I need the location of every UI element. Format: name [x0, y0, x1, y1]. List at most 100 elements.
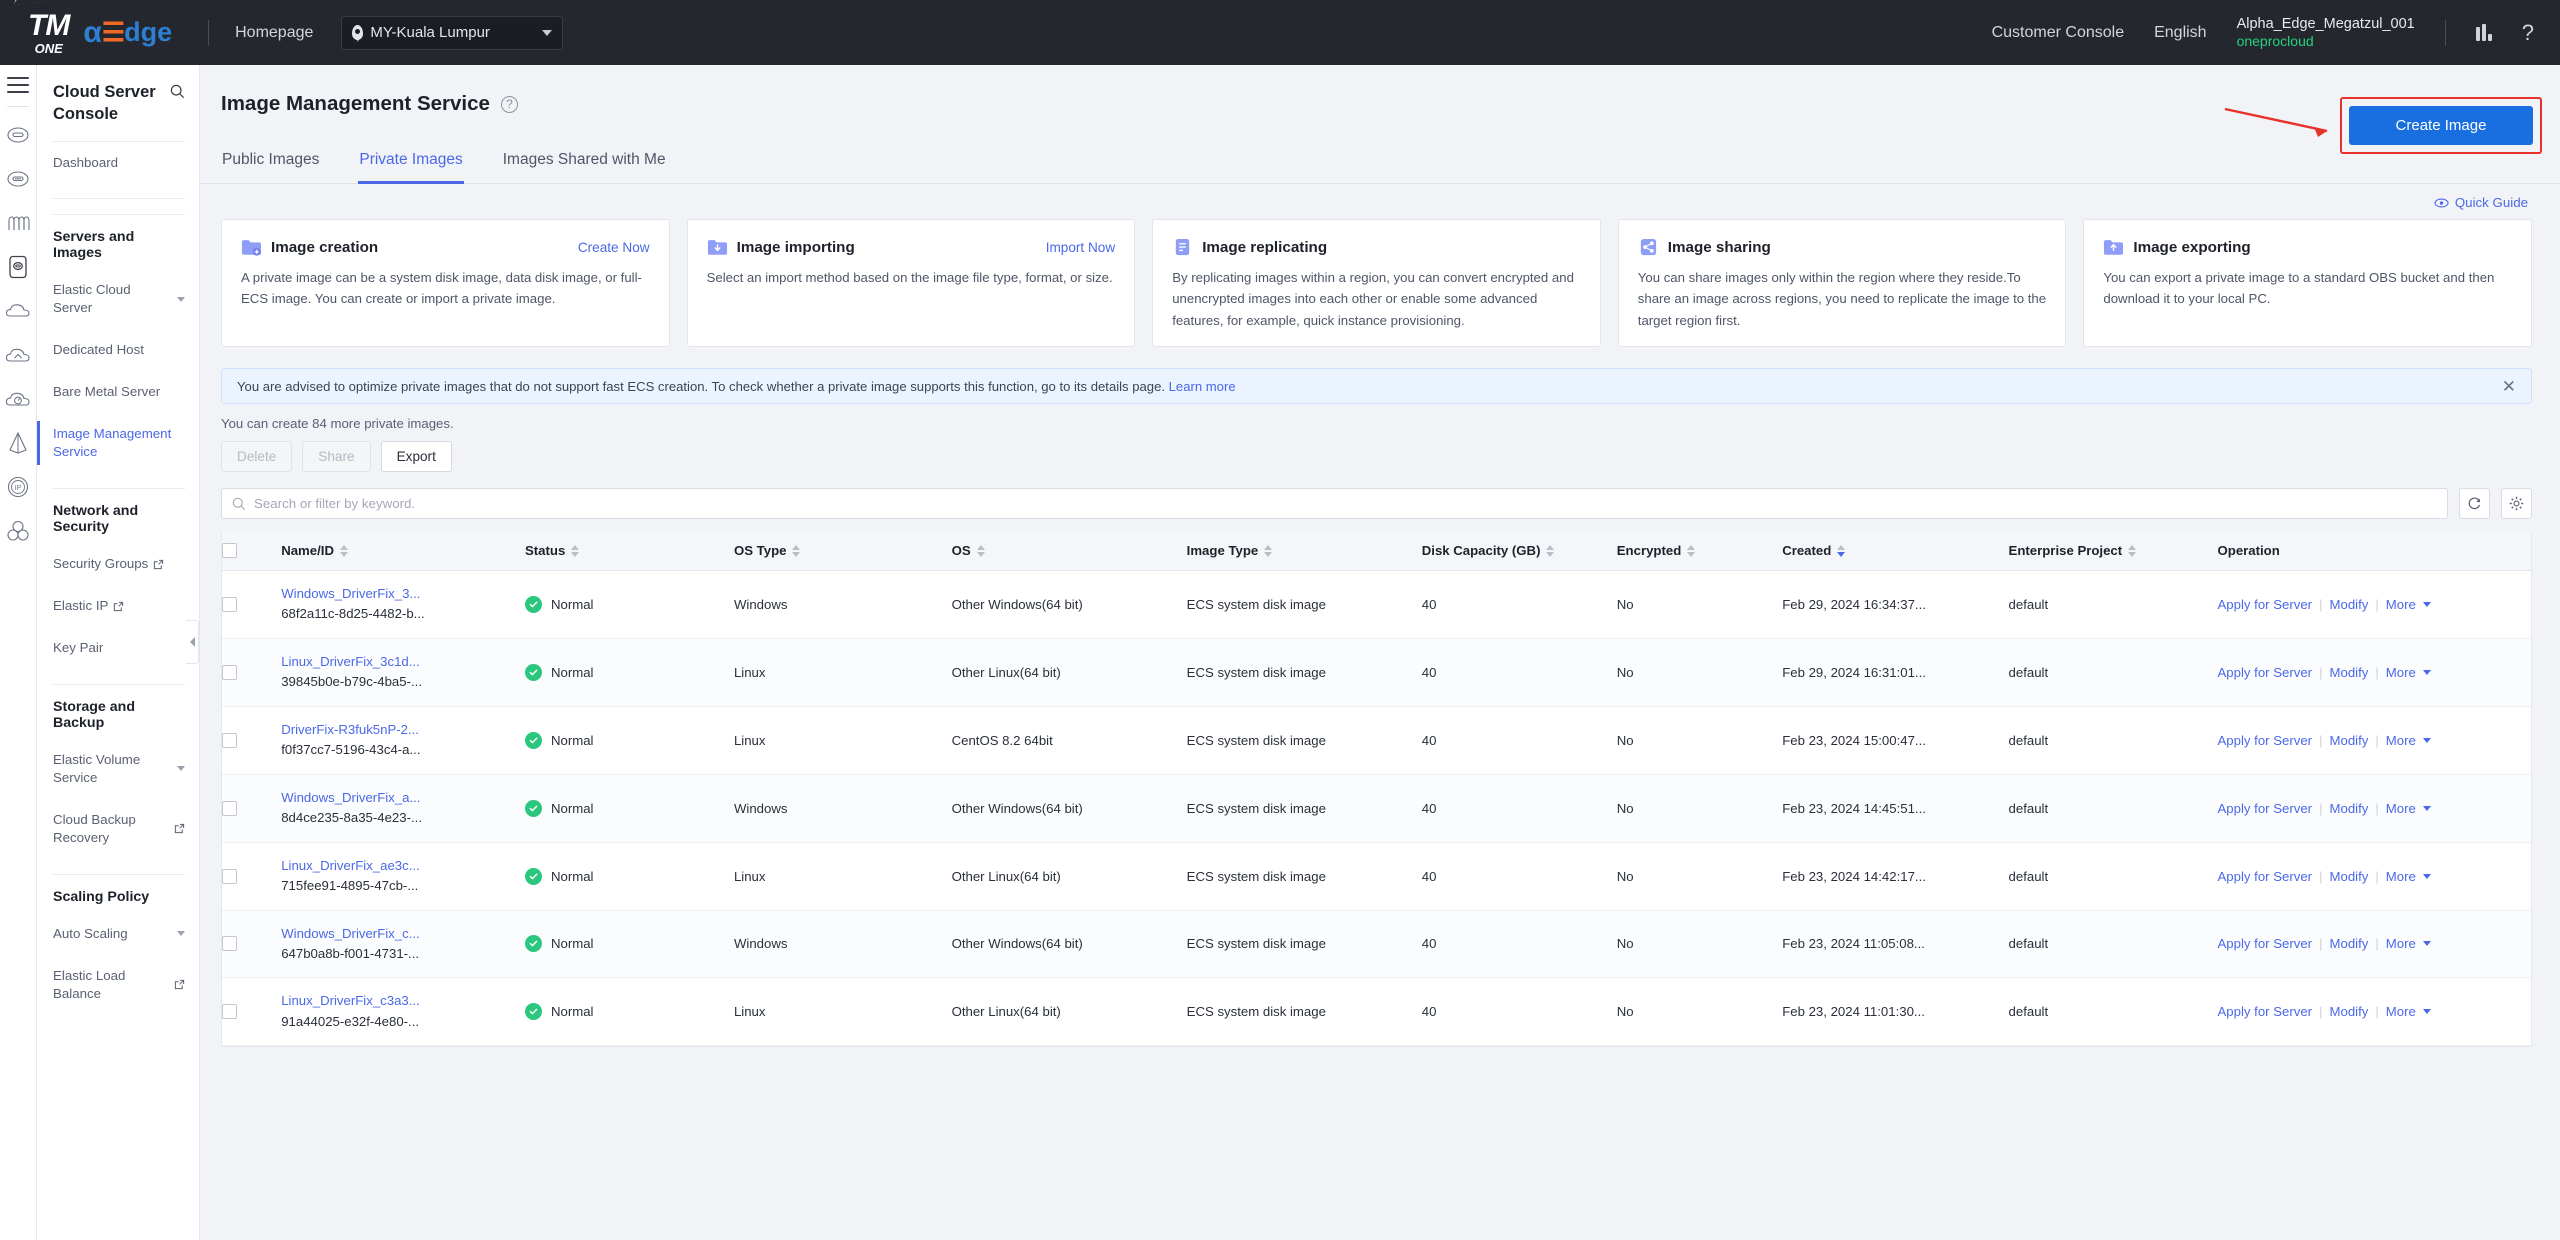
apply-for-server-link[interactable]: Apply for Server	[2218, 801, 2313, 816]
image-management-icon[interactable]	[1, 245, 35, 289]
apply-for-server-link[interactable]: Apply for Server	[2218, 733, 2313, 748]
help-question-icon[interactable]: ?	[2522, 20, 2534, 46]
more-link[interactable]: More	[2386, 801, 2416, 816]
more-link[interactable]: More	[2386, 869, 2416, 884]
apply-for-server-link[interactable]: Apply for Server	[2218, 1004, 2313, 1019]
close-icon[interactable]: ✕	[2502, 378, 2516, 395]
table-row[interactable]: Windows_DriverFix_a... 8d4ce235-8a35-4e23…	[222, 774, 2531, 843]
row-checkbox[interactable]	[222, 596, 237, 612]
more-link[interactable]: More	[2386, 936, 2416, 951]
more-link[interactable]: More	[2386, 665, 2416, 680]
modify-link[interactable]: Modify	[2330, 665, 2369, 680]
menu-hamburger-icon[interactable]	[7, 77, 29, 93]
cloud-icon[interactable]	[1, 289, 35, 333]
row-checkbox[interactable]	[222, 868, 237, 884]
search-box[interactable]	[221, 488, 2448, 519]
brand-logo[interactable]: TM ONE α ☰ dge	[0, 0, 172, 55]
sort-toggle[interactable]	[339, 544, 348, 557]
tab-images-shared-with-me[interactable]: Images Shared with Me	[502, 145, 667, 183]
modify-link[interactable]: Modify	[2330, 1004, 2369, 1019]
account-menu[interactable]: Alpha_Edge_Megatzul_001 oneprocloud	[2237, 15, 2415, 51]
elastic-ip-icon[interactable]: IP	[1, 465, 35, 509]
sidebar-item-elastic-volume-service[interactable]: Elastic Volume Service	[37, 739, 199, 799]
sort-toggle[interactable]	[792, 544, 801, 557]
table-row[interactable]: Windows_DriverFix_c... 647b0a8b-f001-4731…	[222, 910, 2531, 979]
delete-button[interactable]: Delete	[221, 441, 293, 472]
sort-toggle[interactable]	[976, 544, 985, 557]
modify-link[interactable]: Modify	[2330, 869, 2369, 884]
image-name-link[interactable]: Linux_DriverFix_c3a3...	[281, 991, 525, 1011]
more-link[interactable]: More	[2386, 1004, 2416, 1019]
sidebar-item-elastic-load-balance[interactable]: Elastic Load Balance	[37, 955, 199, 1015]
customer-console-link[interactable]: Customer Console	[1992, 24, 2125, 42]
more-link[interactable]: More	[2386, 733, 2416, 748]
table-row[interactable]: Windows_DriverFix_3... 68f2a11c-8d25-4482…	[222, 570, 2531, 639]
modify-link[interactable]: Modify	[2330, 801, 2369, 816]
sidebar-item-key-pair[interactable]: Key Pair	[37, 627, 199, 669]
sort-toggle[interactable]	[2128, 544, 2137, 557]
quick-guide-link[interactable]: Quick Guide	[200, 184, 2560, 210]
dedicated-host-icon[interactable]	[1, 157, 35, 201]
select-all-checkbox[interactable]	[222, 543, 237, 558]
sort-toggle[interactable]	[1264, 544, 1273, 557]
region-selector[interactable]: MY-Kuala Lumpur	[341, 15, 564, 50]
sort-toggle[interactable]	[571, 544, 580, 557]
tab-private-images[interactable]: Private Images	[358, 145, 465, 184]
apply-for-server-link[interactable]: Apply for Server	[2218, 665, 2313, 680]
image-name-link[interactable]: Windows_DriverFix_3...	[281, 584, 525, 604]
apply-for-server-link[interactable]: Apply for Server	[2218, 597, 2313, 612]
feature-card-action-link[interactable]: Import Now	[1046, 240, 1116, 255]
sort-toggle[interactable]	[1546, 544, 1555, 557]
export-button[interactable]: Export	[380, 441, 452, 472]
cloud-upload-icon[interactable]	[1, 333, 35, 377]
sidebar-collapse-handle[interactable]	[186, 620, 199, 664]
bare-metal-server-icon[interactable]	[1, 201, 35, 245]
apply-for-server-link[interactable]: Apply for Server	[2218, 936, 2313, 951]
modify-link[interactable]: Modify	[2330, 936, 2369, 951]
sidebar-item-security-groups[interactable]: Security Groups	[37, 543, 199, 585]
sidebar-item-image-management-service[interactable]: Image Management Service	[37, 413, 199, 473]
search-icon[interactable]	[170, 84, 185, 99]
settings-button[interactable]	[2501, 488, 2532, 519]
feature-card-action-link[interactable]: Create Now	[578, 240, 650, 255]
row-checkbox[interactable]	[222, 732, 237, 748]
page-help-icon[interactable]: ?	[500, 95, 518, 113]
sidebar-item-bare-metal-server[interactable]: Bare Metal Server	[37, 371, 199, 413]
cloud-server-icon[interactable]	[1, 113, 35, 157]
modify-link[interactable]: Modify	[2330, 597, 2369, 612]
more-link[interactable]: More	[2386, 597, 2416, 612]
banner-learn-more-link[interactable]: Learn more	[1169, 379, 1236, 394]
row-checkbox[interactable]	[222, 1004, 237, 1020]
image-name-link[interactable]: Linux_DriverFix_ae3c...	[281, 856, 525, 876]
cloud-speed-icon[interactable]	[1, 377, 35, 421]
create-image-button[interactable]: Create Image	[2349, 106, 2533, 145]
table-row[interactable]: Linux_DriverFix_ae3c... 715fee91-4895-47c…	[222, 842, 2531, 911]
row-checkbox[interactable]	[222, 936, 237, 952]
table-row[interactable]: DriverFix-R3fuk5nP-2... f0f37cc7-5196-43c…	[222, 706, 2531, 775]
image-name-link[interactable]: DriverFix-R3fuk5nP-2...	[281, 720, 525, 740]
search-input[interactable]	[254, 496, 2437, 511]
table-row[interactable]: Linux_DriverFix_3c1d... 39845b0e-b79c-4ba…	[222, 638, 2531, 707]
image-name-link[interactable]: Windows_DriverFix_a...	[281, 788, 525, 808]
sort-toggle[interactable]	[1837, 544, 1846, 557]
sort-toggle[interactable]	[1687, 544, 1696, 557]
table-row[interactable]: Linux_DriverFix_c3a3... 91a44025-e32f-4e8…	[222, 977, 2531, 1047]
modify-link[interactable]: Modify	[2330, 733, 2369, 748]
sidebar-item-cloud-backup-recovery[interactable]: Cloud Backup Recovery	[37, 799, 199, 859]
share-button[interactable]: Share	[302, 441, 371, 472]
row-checkbox[interactable]	[222, 664, 237, 680]
sidebar-item-elastic-ip[interactable]: Elastic IP	[37, 585, 199, 627]
tab-public-images[interactable]: Public Images	[221, 145, 320, 183]
sidebar-item-auto-scaling[interactable]: Auto Scaling	[37, 913, 199, 955]
scaling-policy-icon[interactable]	[1, 509, 35, 553]
refresh-button[interactable]	[2459, 488, 2490, 519]
image-name-link[interactable]: Linux_DriverFix_3c1d...	[281, 652, 525, 672]
homepage-link[interactable]: Homepage	[235, 24, 313, 42]
image-name-link[interactable]: Windows_DriverFix_c...	[281, 924, 525, 944]
apply-for-server-link[interactable]: Apply for Server	[2218, 869, 2313, 884]
language-selector[interactable]: English	[2154, 24, 2206, 42]
sidebar-item-dedicated-host[interactable]: Dedicated Host	[37, 329, 199, 371]
row-checkbox[interactable]	[222, 800, 237, 816]
network-security-icon[interactable]	[1, 421, 35, 465]
metrics-bars-icon[interactable]	[2475, 24, 2492, 41]
